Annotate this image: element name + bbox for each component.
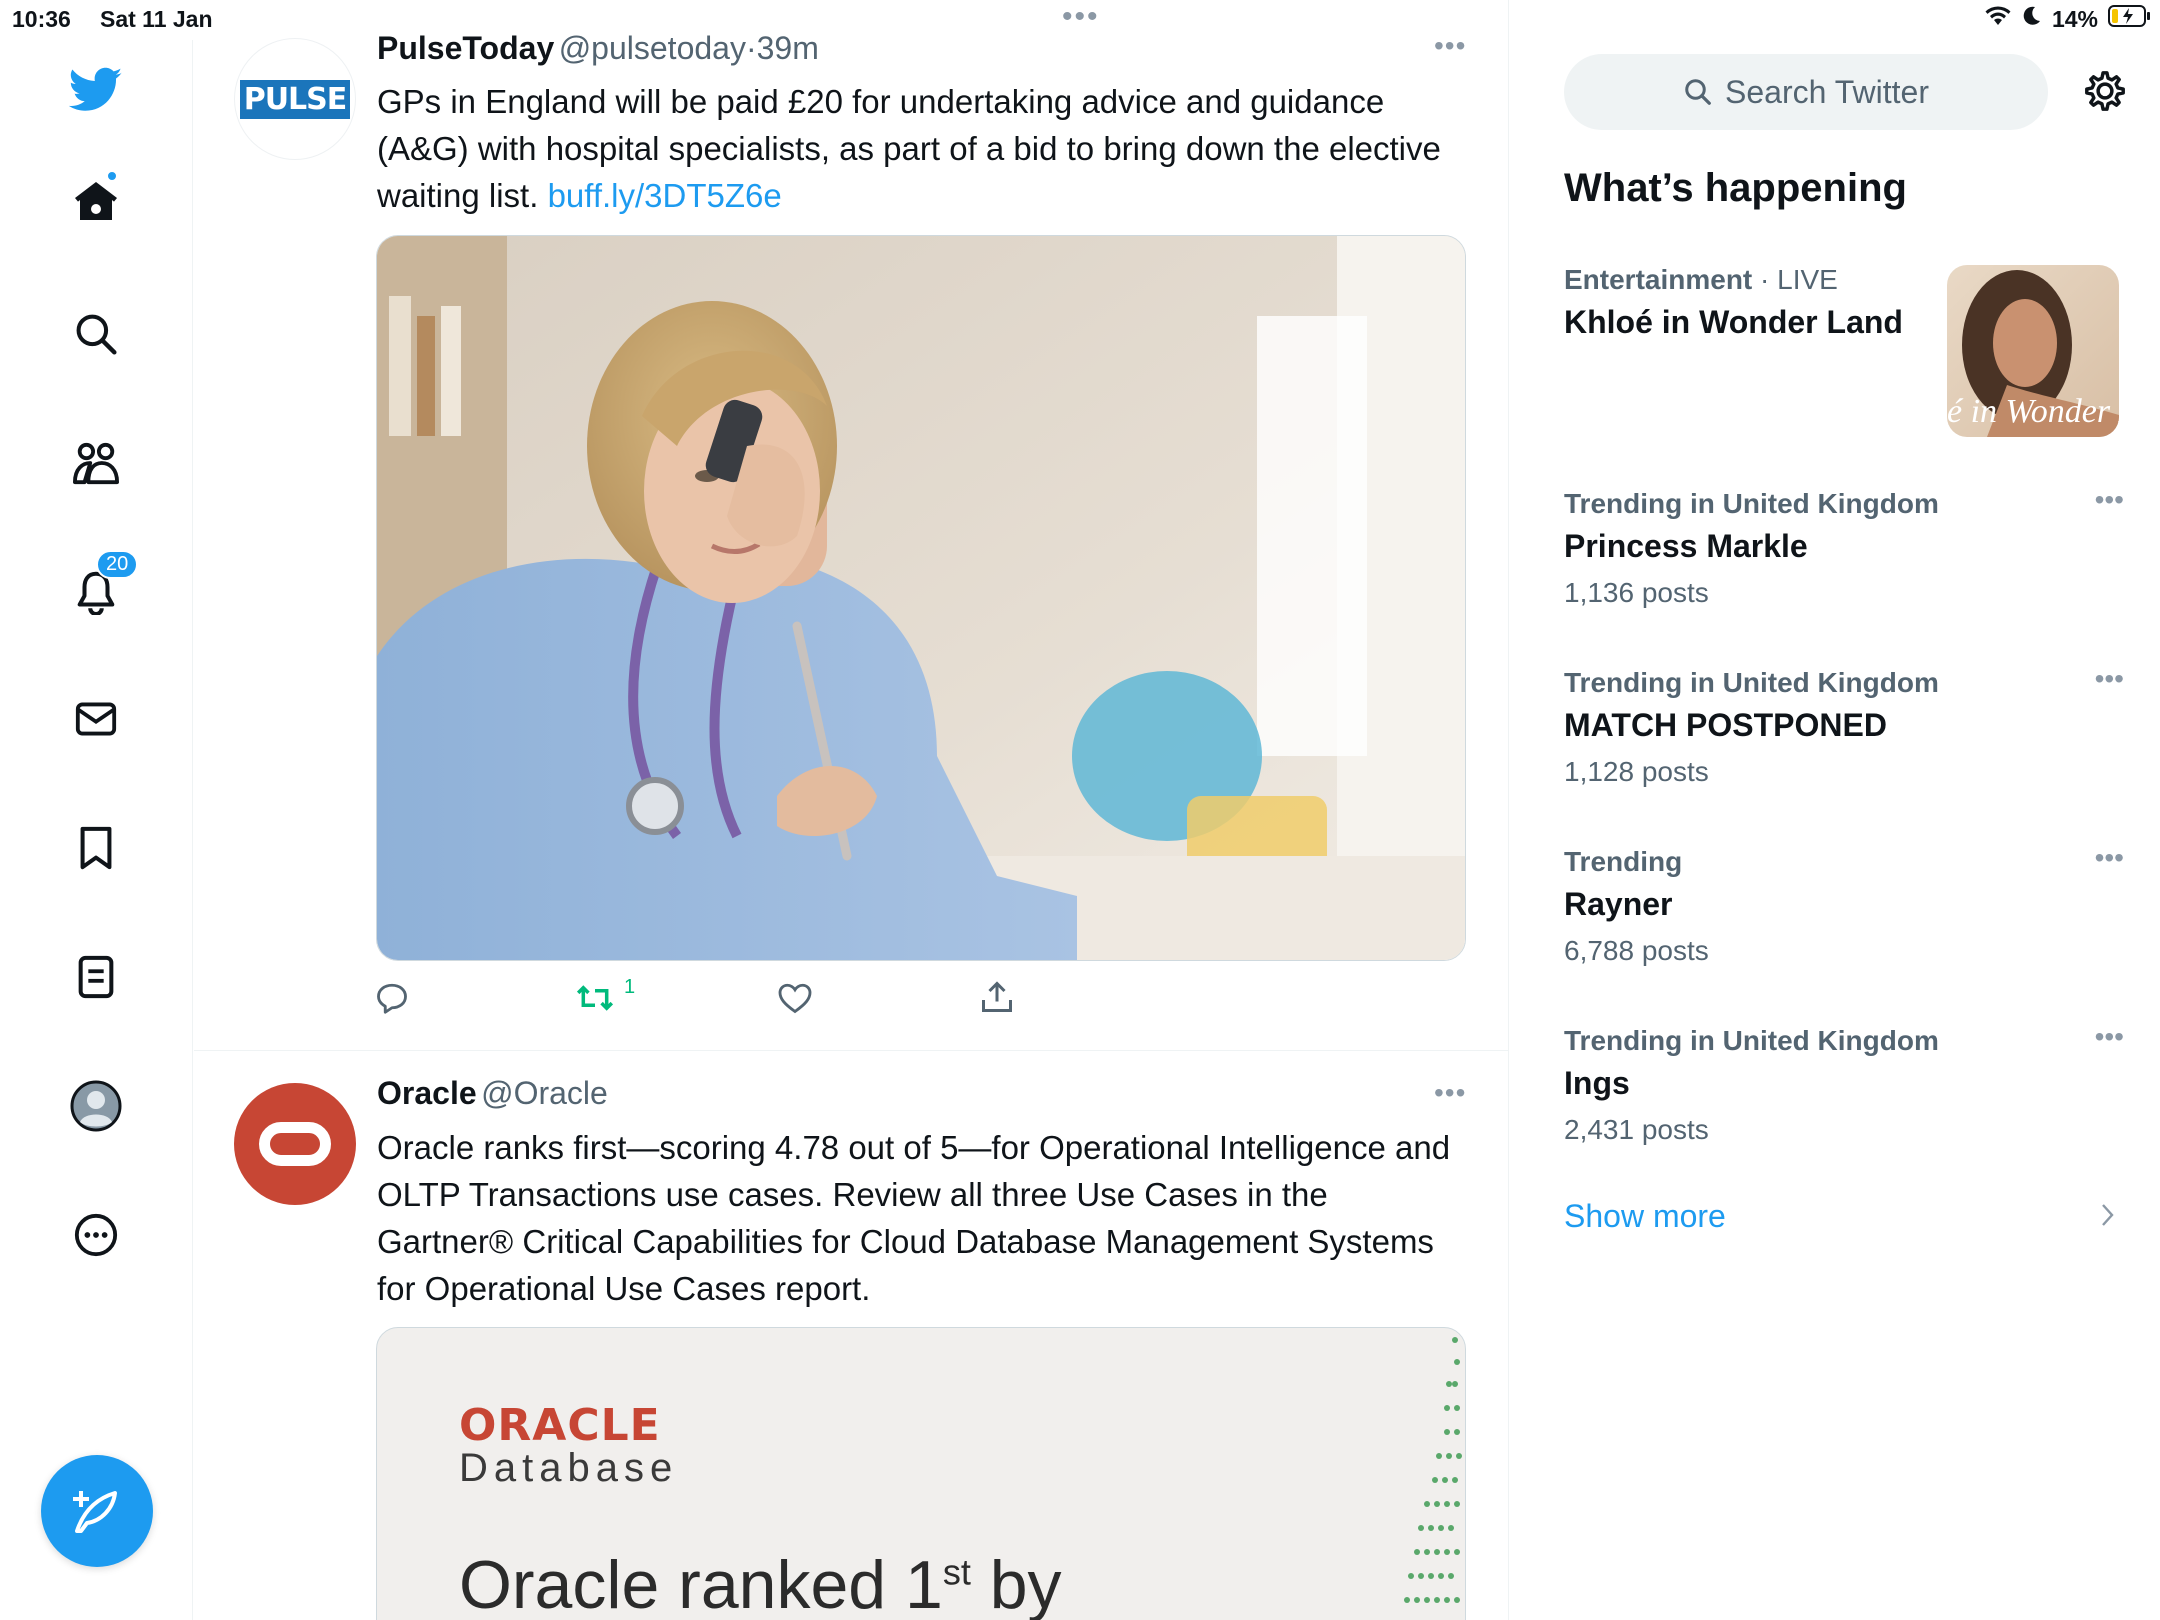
live-label: LIVE bbox=[1777, 264, 1838, 295]
trend-post-count: 6,788 posts bbox=[1564, 935, 1709, 966]
tweet-body: Oracle ranks first—scoring 4.78 out of 5… bbox=[377, 1129, 1451, 1307]
trend-category: Trending in United Kingdom bbox=[1564, 667, 1939, 698]
profile-avatar-icon[interactable] bbox=[60, 1070, 132, 1142]
messages-envelope-icon[interactable] bbox=[60, 683, 132, 755]
trend-item[interactable]: Trending in United Kingdom MATCH POSTPON… bbox=[1564, 663, 2124, 788]
trend-name: MATCH POSTPONED bbox=[1564, 707, 1887, 743]
pulse-logo: PULSE bbox=[239, 79, 351, 119]
pulsetoday-avatar[interactable]: PULSE bbox=[234, 38, 356, 160]
card-dot-pattern bbox=[1404, 1337, 1462, 1603]
doctor-on-phone-image bbox=[377, 236, 1465, 960]
reply-icon[interactable] bbox=[374, 980, 410, 1021]
card-headline: Oracle ranked 1st by bbox=[459, 1546, 1062, 1620]
trend-name: Princess Markle bbox=[1564, 528, 1808, 564]
tweet-author-handle[interactable]: @Oracle bbox=[481, 1075, 608, 1111]
trend-category: Trending in United Kingdom bbox=[1564, 1025, 1939, 1056]
tweet-separator: · bbox=[745, 30, 757, 66]
twitter-logo-icon[interactable] bbox=[60, 54, 132, 126]
tweet-header: PulseToday @pulsetoday·39m bbox=[377, 30, 819, 67]
trend-more-icon[interactable]: ••• bbox=[2095, 484, 2124, 516]
trend-post-count: 1,128 posts bbox=[1564, 756, 1709, 787]
tweet-author-name[interactable]: Oracle bbox=[377, 1075, 477, 1111]
trend-item[interactable]: Trending in United Kingdom Ings 2,431 po… bbox=[1564, 1021, 2124, 1146]
retweet-icon bbox=[576, 985, 614, 1011]
tweet-text: GPs in England will be paid £20 for unde… bbox=[377, 78, 1447, 219]
whats-happening-title: What’s happening bbox=[1564, 166, 1907, 210]
home-unread-dot bbox=[106, 170, 118, 182]
trend-category-label: Entertainment bbox=[1564, 264, 1753, 295]
more-options-icon[interactable] bbox=[60, 1199, 132, 1271]
tweet-media-card[interactable]: ORACLE Database Oracle ranked 1st by bbox=[376, 1327, 1466, 1620]
featured-trend-image[interactable]: é in Wonder L bbox=[1947, 265, 2119, 437]
trend-item[interactable]: Trending in United Kingdom Princess Mark… bbox=[1564, 484, 2124, 609]
share-icon[interactable] bbox=[980, 979, 1014, 1020]
tweet-author-handle[interactable]: @pulsetoday bbox=[559, 30, 746, 66]
card-brand: ORACLE bbox=[459, 1400, 661, 1451]
tweet-divider bbox=[194, 1050, 1508, 1051]
explore-search-icon[interactable] bbox=[60, 298, 132, 370]
card-headline-main: Oracle ranked 1 bbox=[459, 1547, 943, 1620]
oracle-logo-icon bbox=[259, 1122, 331, 1166]
trend-post-count: 2,431 posts bbox=[1564, 1114, 1709, 1145]
chevron-right-icon[interactable] bbox=[2100, 1202, 2116, 1233]
trend-post-count: 1,136 posts bbox=[1564, 577, 1709, 608]
card-headline-sup: st bbox=[942, 1551, 971, 1593]
tweet-more-icon[interactable]: ••• bbox=[1434, 1077, 1466, 1109]
lists-icon[interactable] bbox=[60, 941, 132, 1013]
trend-more-icon[interactable]: ••• bbox=[2095, 1021, 2124, 1053]
trend-category: Trending bbox=[1564, 846, 1683, 877]
settings-gear-icon[interactable] bbox=[2082, 68, 2128, 119]
like-icon[interactable] bbox=[777, 981, 813, 1020]
notifications-count-badge: 20 bbox=[96, 550, 139, 579]
tweet-more-icon[interactable]: ••• bbox=[1434, 30, 1466, 62]
right-sidebar: Search Twitter What’s happening Entertai… bbox=[1510, 0, 2160, 1620]
oracle-avatar[interactable] bbox=[234, 1083, 356, 1205]
trend-more-icon[interactable]: ••• bbox=[2095, 663, 2124, 695]
trend-separator: · bbox=[1752, 264, 1778, 295]
tweet-author-name[interactable]: PulseToday bbox=[377, 30, 554, 66]
tweet-photo[interactable] bbox=[376, 235, 1466, 961]
trend-more-icon[interactable]: ••• bbox=[2095, 842, 2124, 874]
compose-feather-icon bbox=[73, 1491, 117, 1533]
home-timeline[interactable]: PULSE PulseToday @pulsetoday·39m ••• GPs… bbox=[194, 0, 1509, 1620]
tweet-time[interactable]: 39m bbox=[757, 30, 819, 66]
retweet-count: 1 bbox=[624, 976, 636, 998]
tweet-link[interactable]: buff.ly/3DT5Z6e bbox=[548, 177, 782, 214]
trend-name: Rayner bbox=[1564, 886, 1673, 922]
search-placeholder: Search Twitter bbox=[1725, 73, 1929, 110]
left-navigation: 20 bbox=[0, 40, 193, 1620]
communities-icon[interactable] bbox=[60, 427, 132, 499]
featured-image-caption: é in Wonder L bbox=[1947, 393, 2119, 430]
show-more-link[interactable]: Show more bbox=[1564, 1198, 1726, 1235]
search-icon bbox=[1685, 79, 1711, 105]
card-product: Database bbox=[459, 1446, 679, 1490]
trend-category: Trending in United Kingdom bbox=[1564, 488, 1939, 519]
trend-name: Ings bbox=[1564, 1065, 1630, 1101]
search-twitter-input[interactable]: Search Twitter bbox=[1564, 54, 2048, 130]
bookmarks-icon[interactable] bbox=[60, 812, 132, 884]
compose-tweet-button[interactable] bbox=[41, 1455, 153, 1567]
notifications-bell-icon[interactable]: 20 bbox=[60, 550, 139, 628]
trend-item[interactable]: Trending Rayner 6,788 posts ••• bbox=[1564, 842, 2124, 967]
status-time: 10:36 bbox=[12, 6, 71, 32]
card-headline-end: by bbox=[970, 1547, 1062, 1620]
retweet-button[interactable]: 1 bbox=[576, 976, 635, 1016]
tweet-header: Oracle @Oracle bbox=[377, 1075, 608, 1112]
tweet-body: GPs in England will be paid £20 for unde… bbox=[377, 83, 1441, 214]
home-icon[interactable] bbox=[60, 166, 132, 238]
